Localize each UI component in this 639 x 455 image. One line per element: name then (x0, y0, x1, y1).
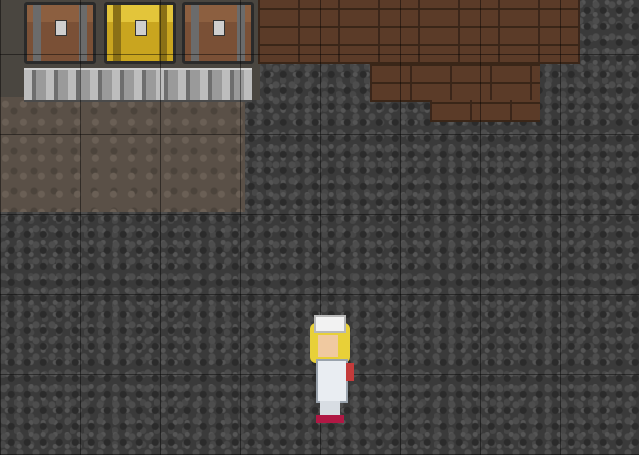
wooden-wall (258, 0, 580, 64)
chest-band (191, 5, 199, 61)
chest-band (113, 5, 121, 61)
chest-band (159, 5, 167, 61)
lock-icon (213, 19, 225, 36)
chest-band (237, 5, 245, 61)
gold-chest[interactable] (104, 2, 176, 64)
wooden-wall (370, 64, 540, 102)
nurse-hat (314, 315, 346, 333)
player-arm (346, 363, 354, 381)
player-face (318, 335, 338, 357)
chest-band (33, 5, 41, 61)
stone-shelf (24, 68, 252, 102)
wooden-chest[interactable] (24, 2, 96, 64)
lock-icon (55, 19, 67, 36)
wooden-chest[interactable] (182, 2, 254, 64)
player-feet (316, 415, 344, 423)
player-character[interactable] (304, 315, 356, 425)
wooden-wall (430, 100, 540, 122)
lock-icon (135, 19, 147, 36)
game-viewport[interactable] (0, 0, 639, 455)
chest-band (79, 5, 87, 61)
player-body (316, 359, 348, 403)
dirt-wall (0, 97, 245, 212)
